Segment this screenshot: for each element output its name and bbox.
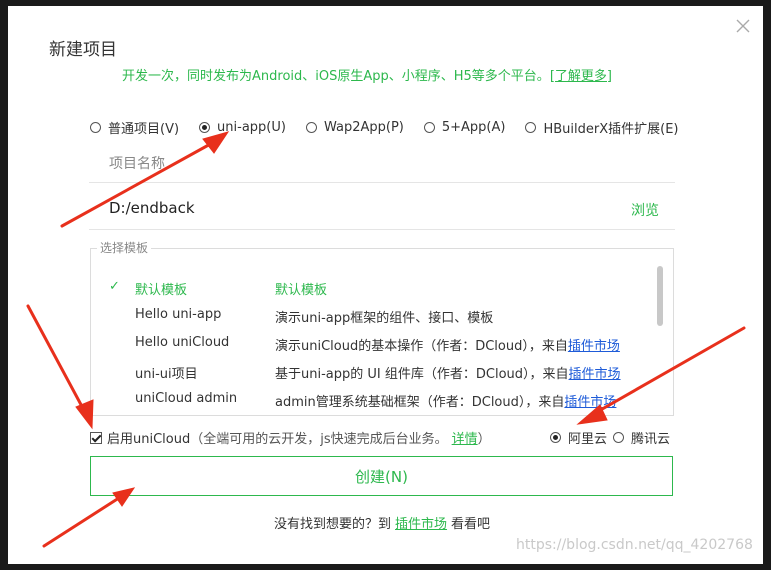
template-from: ，来自 xyxy=(525,395,565,410)
template-from: ，来自 xyxy=(529,367,569,382)
project-name-placeholder: 项目名称 xyxy=(109,156,165,172)
radio-icon[interactable] xyxy=(423,121,435,133)
template-row[interactable]: uniCloud admin admin管理系统基础框架（作者：DCloud），… xyxy=(91,385,651,413)
template-name: 默认模板 xyxy=(135,283,188,298)
unicloud-hint-close: ） xyxy=(477,432,491,447)
project-name-input[interactable]: 项目名称 xyxy=(89,146,675,183)
plugin-market-link[interactable]: 插件市场 xyxy=(568,339,620,354)
details-link[interactable]: 详情 xyxy=(452,428,478,447)
template-name: Hello uni-app xyxy=(135,307,222,322)
template-desc: 演示uni-app框架的组件、接口、模板 xyxy=(275,307,493,326)
radio-icon[interactable] xyxy=(525,121,537,133)
template-row[interactable]: Hello uniCloud 演示uniCloud的基本操作（作者：DCloud… xyxy=(91,329,651,357)
template-name: Hello uniCloud xyxy=(135,335,230,350)
provider-label: 腾讯云 xyxy=(631,431,671,447)
template-desc: 演示uniCloud的基本操作（作者：DCloud），来自插件市场 xyxy=(275,335,620,354)
footer-prefix: 没有找到想要的？到 xyxy=(274,517,392,532)
provider-aliyun[interactable]: 阿里云 xyxy=(550,428,608,447)
watermark: https://blog.csdn.net/qq_4202768 xyxy=(516,537,753,553)
template-name: uni-ui项目 xyxy=(135,367,198,382)
template-name: uniCloud admin xyxy=(135,391,238,406)
browse-button[interactable]: 浏览 xyxy=(631,200,659,220)
project-type-wap2app[interactable]: Wap2App(P) xyxy=(305,119,404,135)
dialog-title: 新建项目 xyxy=(49,40,117,60)
plugin-market-link[interactable]: 插件市场 xyxy=(569,367,621,382)
footer-text: 没有找到想要的？到 插件市场 看看吧 xyxy=(274,513,490,532)
radio-icon[interactable] xyxy=(90,121,101,133)
template-desc-text: 演示uniCloud的基本操作（作者：DCloud） xyxy=(275,339,529,354)
template-legend: 选择模板 xyxy=(97,239,152,256)
learn-more-link[interactable]: [了解更多] xyxy=(550,69,612,84)
template-desc-text: admin管理系统基础框架（作者：DCloud） xyxy=(275,395,526,410)
radio-selected-icon[interactable] xyxy=(199,121,211,133)
template-row[interactable]: uni-ui项目 基于uni-app的 UI 组件库（作者：DCloud），来自… xyxy=(91,357,651,385)
new-project-dialog: 新建项目 开发一次，同时发布为Android、iOS原生App、小程序、H5等多… xyxy=(8,6,763,564)
unicloud-option: 启用uniCloud （全端可用的云开发，js快速完成后台业务。 详情 ） xyxy=(90,428,491,447)
project-type-group: 普通项目(V) uni-app(U) Wap2App(P) 5+App(A) H… xyxy=(90,118,679,137)
radio-icon[interactable] xyxy=(613,431,624,443)
project-type-hbuilderx-plugin[interactable]: HBuilderX插件扩展(E) xyxy=(525,118,679,137)
project-path-input[interactable]: D:/endback 浏览 xyxy=(89,191,675,230)
close-icon[interactable] xyxy=(732,15,754,37)
template-desc: admin管理系统基础框架（作者：DCloud），来自插件市场 xyxy=(275,391,616,410)
template-row[interactable]: ✓ 默认模板 默认模板 xyxy=(91,273,651,301)
project-type-uni-app[interactable]: uni-app(U) xyxy=(199,120,286,135)
template-from: ，来自 xyxy=(528,339,568,354)
radio-selected-icon[interactable] xyxy=(550,431,561,443)
template-desc-text: 演示uni-app框架的组件、接口、模板 xyxy=(275,311,494,326)
create-button[interactable]: 创建(N) xyxy=(90,456,673,496)
unicloud-label: 启用uniCloud xyxy=(107,432,191,447)
plugin-market-link[interactable]: 插件市场 xyxy=(564,395,616,410)
unicloud-checkbox[interactable] xyxy=(90,431,102,444)
unicloud-hint: （全端可用的云开发，js快速完成后台业务。 xyxy=(190,432,448,447)
project-type-label: Wap2App(P) xyxy=(323,119,404,135)
template-scrollbar[interactable] xyxy=(657,266,663,326)
template-row[interactable]: Hello uni-app 演示uni-app框架的组件、接口、模板 xyxy=(91,301,651,329)
provider-tencent[interactable]: 腾讯云 xyxy=(613,428,671,447)
check-icon: ✓ xyxy=(109,279,120,294)
template-desc-text: 默认模板 xyxy=(275,283,328,298)
project-type-label: HBuilderX插件扩展(E) xyxy=(543,121,679,137)
project-path-value: D:/endback xyxy=(109,199,195,217)
radio-icon[interactable] xyxy=(305,121,317,133)
project-type-normal[interactable]: 普通项目(V) xyxy=(90,118,179,137)
provider-label: 阿里云 xyxy=(568,431,608,447)
project-type-5plus-app[interactable]: 5+App(A) xyxy=(423,119,506,135)
subtitle-text: 开发一次，同时发布为Android、iOS原生App、小程序、H5等多个平台。 xyxy=(122,69,550,84)
project-type-label: 5+App(A) xyxy=(441,119,506,135)
template-list: ✓ 默认模板 默认模板 Hello uni-app 演示uni-app框架的组件… xyxy=(90,248,674,416)
project-type-label: 普通项目(V) xyxy=(108,121,180,137)
project-type-label: uni-app(U) xyxy=(217,119,286,135)
template-desc: 基于uni-app的 UI 组件库（作者：DCloud），来自插件市场 xyxy=(275,363,621,382)
template-desc: 默认模板 xyxy=(275,279,327,298)
footer-suffix: 看看吧 xyxy=(451,517,491,532)
dialog-subtitle: 开发一次，同时发布为Android、iOS原生App、小程序、H5等多个平台。[… xyxy=(122,65,612,84)
template-desc-text: 基于uni-app的 UI 组件库（作者：DCloud） xyxy=(275,367,530,382)
footer-plugin-market-link[interactable]: 插件市场 xyxy=(395,517,447,532)
